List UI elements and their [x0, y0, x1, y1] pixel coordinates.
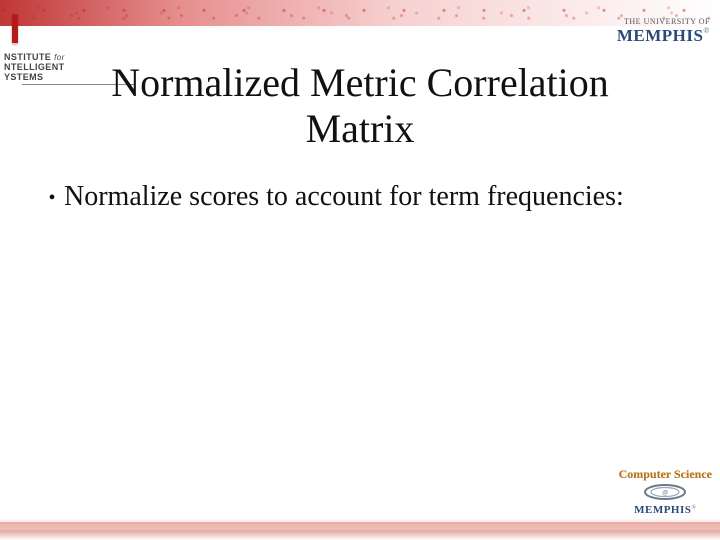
university-prefix: THE UNIVERSITY OF [617, 18, 710, 26]
institute-i-mark: I [6, 8, 24, 50]
slide-body: • Normalize scores to account for term f… [40, 180, 660, 214]
bullet-item: • Normalize scores to account for term f… [40, 180, 660, 214]
slide-title: Normalized Metric Correlation Matrix [60, 60, 660, 152]
footer-logo: Computer Science @ MEMPHIS® [619, 468, 712, 516]
registered-mark-icon: ® [703, 26, 710, 35]
bullet-icon: • [40, 180, 64, 210]
footer-dept: Computer Science [619, 468, 712, 480]
footer-university-text: MEMPHIS [634, 504, 691, 516]
footer-university: MEMPHIS® [619, 505, 712, 516]
university-name: MEMPHIS® [617, 27, 710, 44]
footer-ring-icon: @ [642, 481, 688, 503]
bottom-decorative-bar [0, 518, 720, 540]
university-logo-top: THE UNIVERSITY OF MEMPHIS® [617, 18, 710, 44]
university-name-text: MEMPHIS [617, 26, 704, 45]
institute-line1: NSTITUTE [4, 52, 51, 62]
footer-registered-mark-icon: ® [691, 505, 696, 511]
bullet-text: Normalize scores to account for term fre… [64, 180, 624, 214]
svg-text:@: @ [662, 491, 668, 497]
